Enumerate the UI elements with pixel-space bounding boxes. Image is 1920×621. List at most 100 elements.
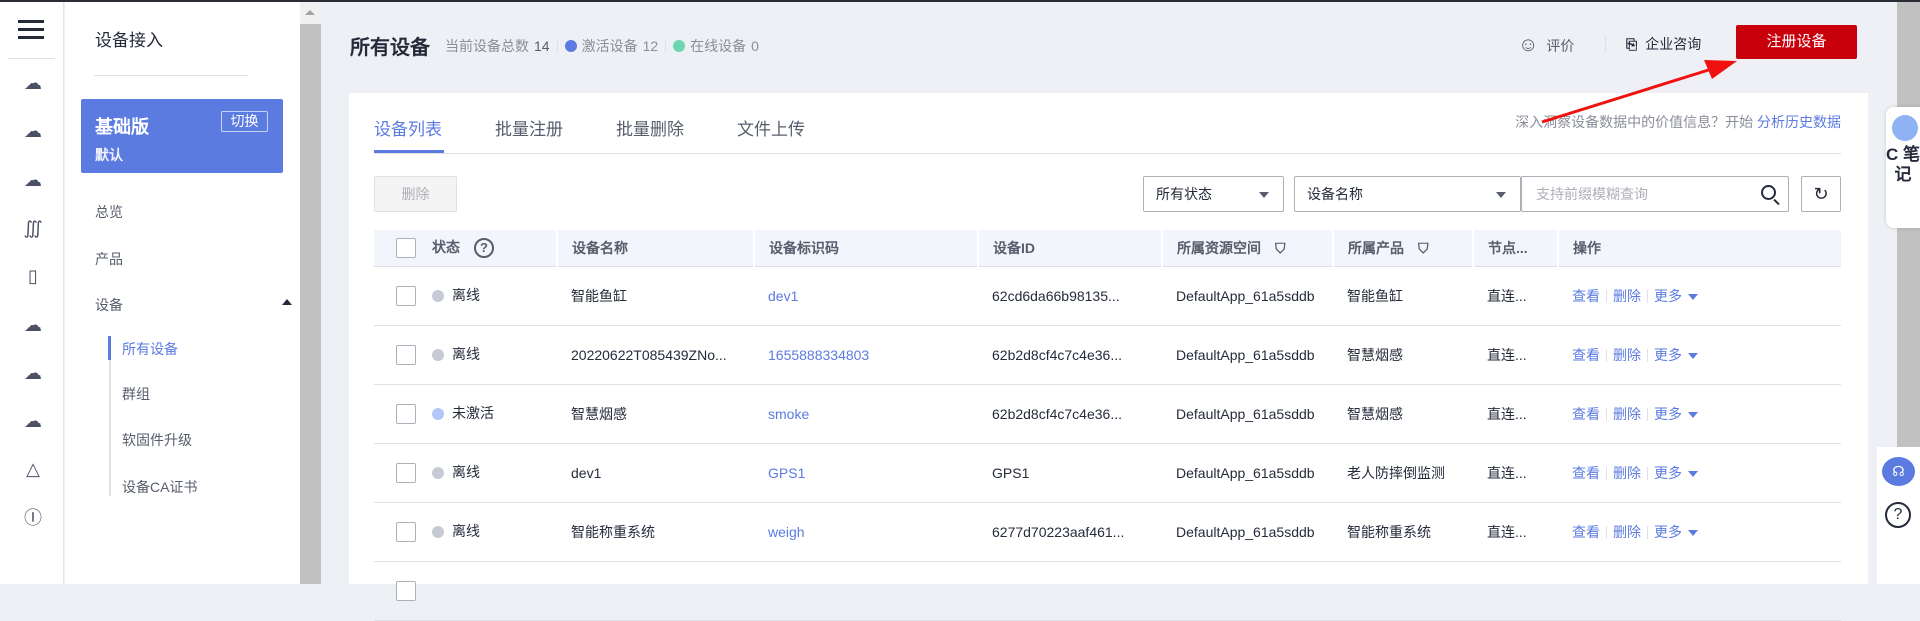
view-link[interactable]: 查看 xyxy=(1572,465,1600,481)
analyze-history-link[interactable]: 分析历史数据 xyxy=(1757,114,1841,130)
sidebar-item-firmware[interactable]: 软固件升级 xyxy=(122,430,192,450)
scroll-up-icon[interactable] xyxy=(300,2,321,24)
view-link[interactable]: 查看 xyxy=(1572,288,1600,304)
chevron-down-icon[interactable] xyxy=(1688,293,1698,300)
headset-icon[interactable]: ☊ xyxy=(1882,457,1915,486)
register-device-button[interactable]: 注册设备 xyxy=(1736,25,1857,59)
chevron-down-icon[interactable] xyxy=(1688,470,1698,477)
chevron-down-icon[interactable] xyxy=(1688,352,1698,359)
row-checkbox[interactable] xyxy=(396,286,416,307)
search-icon[interactable] xyxy=(1761,185,1776,200)
cloud-server-icon[interactable]: ☁ xyxy=(20,72,46,94)
node-id-link[interactable]: 1655888334803 xyxy=(754,325,978,385)
cloud-send-icon[interactable]: ☁ xyxy=(20,410,46,432)
ip-icon[interactable]: Ⓘ xyxy=(20,507,46,529)
tab-device-list[interactable]: 设备列表 xyxy=(374,115,442,140)
row-actions: 查看 删除 更多 xyxy=(1558,502,1841,562)
sidebar-item-device[interactable]: 设备 xyxy=(95,295,123,315)
product: 老人防摔倒监测 xyxy=(1333,443,1473,503)
product: 智慧烟感 xyxy=(1333,325,1473,385)
delete-link[interactable]: 删除 xyxy=(1613,465,1641,481)
delete-button[interactable]: 删除 xyxy=(374,176,457,212)
tab-batch-register[interactable]: 批量注册 xyxy=(495,115,563,140)
sidebar-item-overview[interactable]: 总览 xyxy=(95,202,123,222)
submenu-line xyxy=(109,336,111,496)
stats-separator xyxy=(556,39,558,53)
delete-link[interactable]: 删除 xyxy=(1613,524,1641,540)
search-input[interactable]: 支持前缀模糊查询 xyxy=(1521,176,1789,212)
node-id-link[interactable]: GPS1 xyxy=(754,443,978,503)
sidebar-scrollbar[interactable] xyxy=(300,2,321,584)
row-checkbox[interactable] xyxy=(396,522,416,543)
note-icon xyxy=(1892,115,1918,141)
help-icon[interactable]: ? xyxy=(474,238,494,259)
status-dot-icon xyxy=(432,349,444,362)
resource-space: DefaultApp_61a5sddb xyxy=(1162,502,1333,562)
more-link[interactable]: 更多 xyxy=(1654,406,1682,422)
view-link[interactable]: 查看 xyxy=(1572,347,1600,363)
cloud-chat-icon[interactable]: ☁ xyxy=(20,120,46,142)
delete-link[interactable]: 删除 xyxy=(1613,347,1641,363)
chevron-down-icon xyxy=(1259,192,1269,198)
col-name: 设备名称 xyxy=(556,230,754,267)
node-id-link[interactable]: dev1 xyxy=(754,266,978,326)
more-link[interactable]: 更多 xyxy=(1654,524,1682,540)
tab-file-upload[interactable]: 文件上传 xyxy=(737,115,805,140)
refresh-button[interactable]: ↻ xyxy=(1801,176,1841,212)
row-checkbox[interactable] xyxy=(396,404,416,425)
question-icon[interactable]: ? xyxy=(1885,502,1911,528)
help-widget: ☊ ? xyxy=(1877,447,1920,584)
notes-widget[interactable]: C 笔记 xyxy=(1886,107,1920,228)
clouds-icon[interactable]: ☁ xyxy=(20,314,46,336)
status-cell: 离线 xyxy=(374,325,557,385)
table-row: 离线 dev1 GPS1 GPS1 DefaultApp_61a5sddb 老人… xyxy=(374,443,1841,503)
refresh-icon: ↻ xyxy=(1813,184,1829,204)
col-status-label: 状态 xyxy=(432,239,460,256)
view-link[interactable]: 查看 xyxy=(1572,406,1600,422)
filter-icon[interactable]: ⛉ xyxy=(1418,240,1429,256)
collapse-caret-icon[interactable] xyxy=(282,299,292,305)
resource-space: DefaultApp_61a5sddb xyxy=(1162,325,1333,385)
sidebar-item-ca-cert[interactable]: 设备CA证书 xyxy=(122,477,197,497)
hamburger-menu-icon[interactable] xyxy=(18,20,44,39)
sidebar-title: 设备接入 xyxy=(95,31,163,50)
row-checkbox[interactable] xyxy=(396,345,416,366)
chevron-down-icon xyxy=(1496,192,1506,198)
more-link[interactable]: 更多 xyxy=(1654,465,1682,481)
tab-batch-delete[interactable]: 批量删除 xyxy=(616,115,684,140)
switch-edition-button[interactable]: 切换 xyxy=(221,111,268,132)
cloud-upload-icon[interactable]: ☁ xyxy=(20,362,46,384)
row-actions: 查看 删除 更多 xyxy=(1558,384,1841,444)
delete-link[interactable]: 删除 xyxy=(1613,288,1641,304)
node-id-link[interactable]: weigh xyxy=(754,502,978,562)
rate-button[interactable]: ☺ 评价 xyxy=(1518,34,1574,57)
phone-cloud-icon[interactable]: ▯ xyxy=(20,265,46,287)
action-divider xyxy=(1606,526,1607,540)
more-link[interactable]: 更多 xyxy=(1654,288,1682,304)
field-select[interactable]: 设备名称 xyxy=(1294,176,1521,212)
sidebar-item-groups[interactable]: 群组 xyxy=(122,384,150,404)
sidebar-item-product[interactable]: 产品 xyxy=(95,249,123,269)
online-label: 在线设备 xyxy=(690,38,747,54)
device-name: dev1 xyxy=(557,443,754,503)
col-node-id: 设备标识码 xyxy=(753,230,978,267)
device-id: 62cd6da66b98135... xyxy=(978,266,1162,326)
status-select[interactable]: 所有状态 xyxy=(1143,176,1284,212)
sidebar-item-all-devices[interactable]: 所有设备 xyxy=(122,339,178,359)
row-checkbox[interactable] xyxy=(396,463,416,484)
filter-icon[interactable]: ⛉ xyxy=(1275,240,1286,256)
pyramid-icon[interactable]: △ xyxy=(20,458,46,480)
consult-button[interactable]: ⎘ 企业咨询 xyxy=(1626,34,1701,54)
chevron-down-icon[interactable] xyxy=(1688,529,1698,536)
col-node-type: 节点... xyxy=(1472,230,1558,267)
total-count: 14 xyxy=(534,38,550,54)
view-link[interactable]: 查看 xyxy=(1572,524,1600,540)
cloud-device-icon[interactable]: ☁ xyxy=(20,169,46,191)
delete-link[interactable]: 删除 xyxy=(1613,406,1641,422)
field-select-value: 设备名称 xyxy=(1307,186,1363,202)
node-id-link[interactable]: smoke xyxy=(754,384,978,444)
select-all-checkbox[interactable] xyxy=(396,238,416,259)
wave-icon[interactable]: ∭ xyxy=(20,217,46,239)
chevron-down-icon[interactable] xyxy=(1688,411,1698,418)
more-link[interactable]: 更多 xyxy=(1654,347,1682,363)
